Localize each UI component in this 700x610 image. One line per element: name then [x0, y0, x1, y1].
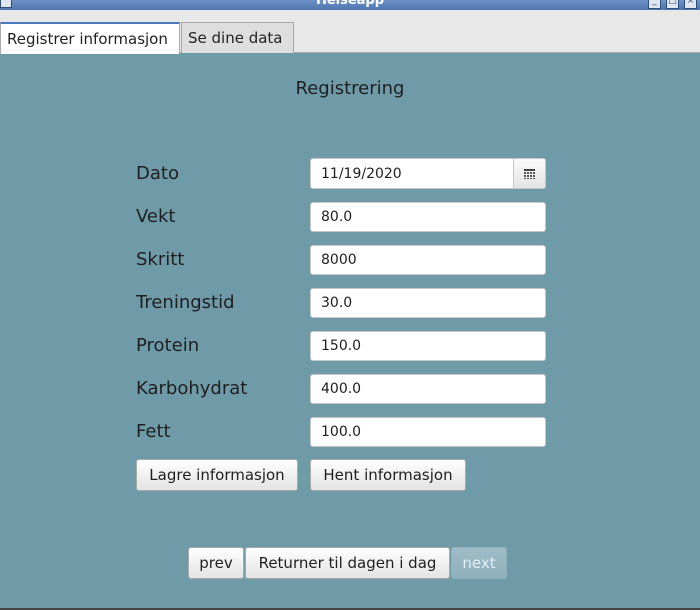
vekt-field[interactable] [310, 202, 546, 232]
next-button[interactable]: next [451, 547, 507, 579]
tab-bar: Registrer informasjon Se dine data [0, 10, 700, 54]
date-field[interactable] [311, 159, 513, 188]
tab-registrer-informasjon[interactable]: Registrer informasjon [0, 22, 180, 54]
close-icon[interactable]: × [684, 0, 697, 9]
window-titlebar: Helseapp _ □ × [0, 0, 700, 10]
save-button[interactable]: Lagre informasjon [136, 459, 298, 491]
karbohydrat-label: Karbohydrat [136, 378, 248, 399]
tab-se-dine-data[interactable]: Se dine data [181, 22, 294, 53]
page-title: Registrering [295, 78, 405, 99]
treningstid-field[interactable] [310, 288, 546, 318]
minimize-icon[interactable]: _ [648, 0, 661, 9]
fett-field[interactable] [310, 417, 546, 447]
fett-label: Fett [136, 421, 171, 442]
karbohydrat-field[interactable] [310, 374, 546, 404]
date-picker [310, 158, 546, 189]
treningstid-label: Treningstid [136, 292, 235, 313]
calendar-button[interactable] [513, 159, 545, 188]
maximize-icon[interactable]: □ [666, 0, 679, 9]
dato-label: Dato [136, 163, 179, 184]
vekt-label: Vekt [136, 206, 176, 227]
prev-button[interactable]: prev [188, 547, 244, 579]
protein-label: Protein [136, 335, 200, 356]
protein-field[interactable] [310, 331, 546, 361]
calendar-icon [524, 168, 535, 179]
skritt-field[interactable] [310, 245, 546, 275]
skritt-label: Skritt [136, 249, 185, 270]
window-title: Helseapp [315, 0, 385, 8]
fetch-button[interactable]: Hent informasjon [310, 459, 466, 491]
today-button[interactable]: Returner til dagen i dag [245, 547, 450, 579]
